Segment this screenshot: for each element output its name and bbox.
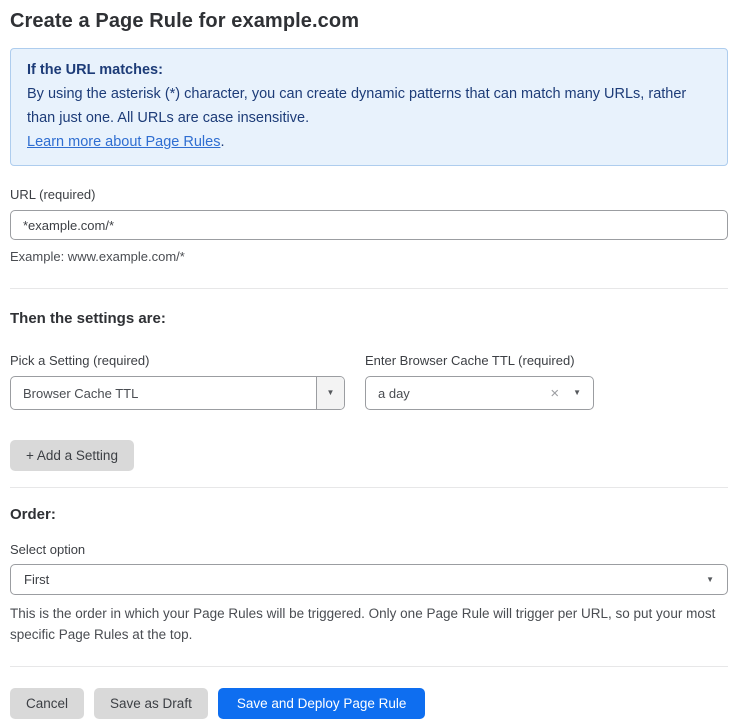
- page-title: Create a Page Rule for example.com: [10, 10, 728, 33]
- order-helper-text: This is the order in which your Page Rul…: [10, 603, 726, 645]
- learn-more-link[interactable]: Learn more about Page Rules: [27, 134, 220, 150]
- url-matches-info-banner: If the URL matches: By using the asteris…: [10, 48, 728, 166]
- dropdown-arrow-button[interactable]: ▼: [316, 377, 344, 409]
- save-as-draft-button[interactable]: Save as Draft: [94, 688, 208, 719]
- url-example-helper: Example: www.example.com/*: [10, 247, 728, 267]
- save-and-deploy-button[interactable]: Save and Deploy Page Rule: [218, 688, 426, 719]
- cache-ttl-column: Enter Browser Cache TTL (required) a day…: [365, 353, 594, 410]
- pick-setting-value: Browser Cache TTL: [11, 386, 316, 401]
- clear-icon[interactable]: ×: [550, 386, 559, 401]
- cache-ttl-dropdown-icons: × ▼: [550, 386, 593, 401]
- cancel-button[interactable]: Cancel: [10, 688, 84, 719]
- pick-setting-column: Pick a Setting (required) Browser Cache …: [10, 353, 345, 410]
- footer-actions: Cancel Save as Draft Save and Deploy Pag…: [10, 688, 728, 719]
- chevron-down-icon: ▼: [573, 389, 581, 397]
- settings-row: Pick a Setting (required) Browser Cache …: [10, 353, 728, 410]
- settings-section-heading: Then the settings are:: [10, 310, 728, 327]
- chevron-down-icon: ▼: [327, 389, 335, 397]
- footer-divider: [10, 666, 728, 667]
- pick-setting-dropdown[interactable]: Browser Cache TTL ▼: [10, 376, 345, 410]
- pick-setting-label: Pick a Setting (required): [10, 353, 345, 368]
- cache-ttl-label: Enter Browser Cache TTL (required): [365, 353, 594, 368]
- add-setting-button[interactable]: + Add a Setting: [10, 440, 134, 471]
- order-select[interactable]: First ▼: [10, 564, 728, 595]
- order-section-heading: Order:: [10, 506, 728, 523]
- order-select-label: Select option: [10, 542, 728, 557]
- info-banner-body: By using the asterisk (*) character, you…: [27, 82, 711, 130]
- url-input[interactable]: [10, 210, 728, 240]
- cache-ttl-value: a day: [366, 386, 550, 401]
- url-field-label: URL (required): [10, 187, 728, 202]
- chevron-down-icon: ▼: [706, 576, 714, 584]
- section-divider: [10, 487, 728, 488]
- info-banner-link-line: Learn more about Page Rules.: [27, 130, 711, 154]
- order-select-value: First: [24, 572, 49, 587]
- link-suffix: .: [220, 134, 224, 150]
- info-banner-heading: If the URL matches:: [27, 58, 711, 82]
- cache-ttl-dropdown[interactable]: a day × ▼: [365, 376, 594, 410]
- section-divider: [10, 288, 728, 289]
